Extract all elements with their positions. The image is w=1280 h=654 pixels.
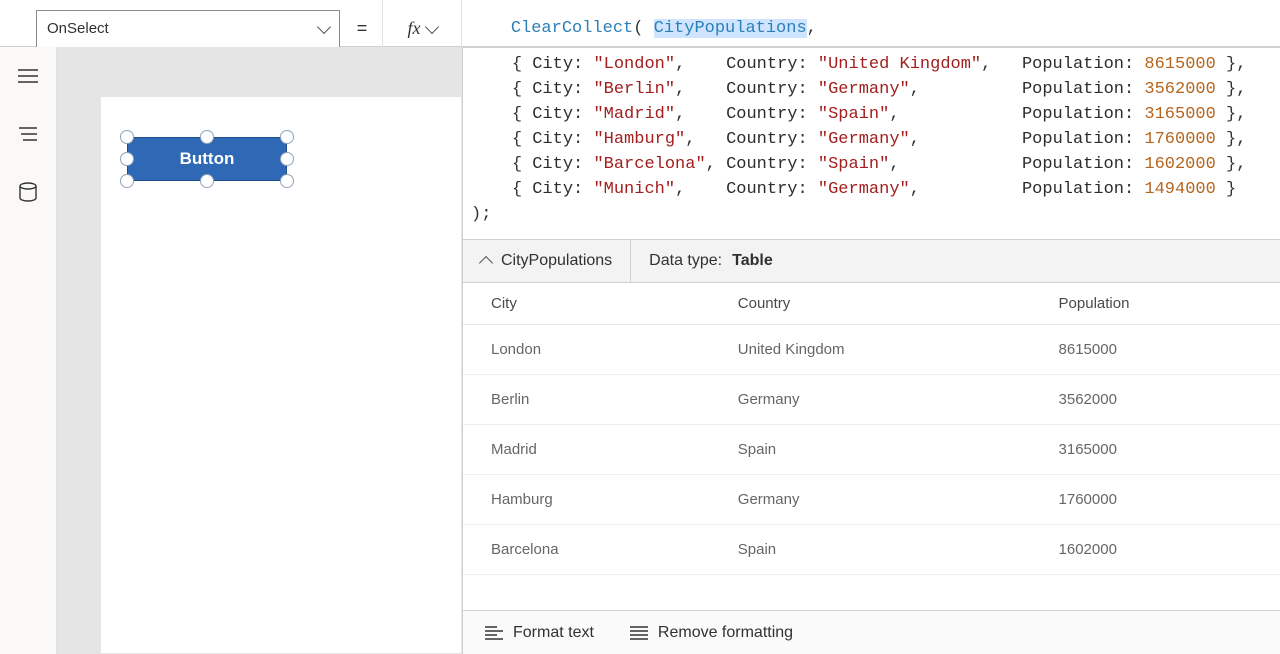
- formula-editor[interactable]: { City: "London", Country: "United Kingd…: [463, 48, 1280, 239]
- button-selection[interactable]: Button: [127, 137, 287, 181]
- table-row[interactable]: MadridSpain3165000: [463, 425, 1280, 475]
- chevron-up-icon: [479, 256, 493, 270]
- formula-line[interactable]: { City: "London", Country: "United Kingd…: [471, 52, 1272, 77]
- table-row[interactable]: HamburgGermany1760000: [463, 475, 1280, 525]
- formula-line[interactable]: { City: "Munich", Country: "Germany", Po…: [471, 177, 1272, 202]
- cell-city: London: [463, 325, 724, 375]
- resize-handle[interactable]: [280, 152, 294, 166]
- formula-line[interactable]: { City: "Berlin", Country: "Germany", Po…: [471, 77, 1272, 102]
- results-datatype-label: Data type:: [649, 252, 722, 270]
- chevron-down-icon: [317, 19, 331, 33]
- formula-pane: { City: "London", Country: "United Kingd…: [462, 47, 1280, 654]
- table-row[interactable]: BarcelonaSpain1602000: [463, 525, 1280, 575]
- cell-city: Barcelona: [463, 525, 724, 575]
- canvas-screen[interactable]: Button: [101, 97, 461, 653]
- cell-country: Spain: [724, 425, 1045, 475]
- chevron-down-icon: [424, 19, 438, 33]
- remove-formatting-button[interactable]: Remove formatting: [630, 624, 793, 642]
- cell-country: Germany: [724, 375, 1045, 425]
- cell-city: Hamburg: [463, 475, 724, 525]
- format-text-button[interactable]: Format text: [485, 624, 594, 642]
- format-text-icon: [485, 626, 503, 640]
- resize-handle[interactable]: [200, 174, 214, 188]
- results-table[interactable]: City Country Population LondonUnited Kin…: [463, 283, 1280, 610]
- results-header: CityPopulations Data type: Table: [463, 239, 1280, 283]
- formula-footer: Format text Remove formatting: [463, 610, 1280, 654]
- formula-line[interactable]: { City: "Hamburg", Country: "Germany", P…: [471, 127, 1272, 152]
- formula-line[interactable]: { City: "Madrid", Country: "Spain", Popu…: [471, 102, 1272, 127]
- col-population[interactable]: Population: [1045, 283, 1280, 325]
- resize-handle[interactable]: [120, 174, 134, 188]
- remove-formatting-icon: [630, 626, 648, 640]
- fx-label: fx: [408, 18, 421, 39]
- resize-handle[interactable]: [280, 174, 294, 188]
- cell-city: Madrid: [463, 425, 724, 475]
- resize-handle[interactable]: [280, 130, 294, 144]
- resize-handle[interactable]: [120, 152, 134, 166]
- cell-population: 3562000: [1045, 375, 1280, 425]
- col-country[interactable]: Country: [724, 283, 1045, 325]
- cell-city: Berlin: [463, 375, 724, 425]
- results-collection-label: CityPopulations: [501, 252, 612, 270]
- hamburger-icon[interactable]: [17, 65, 39, 87]
- table-row[interactable]: BerlinGermany3562000: [463, 375, 1280, 425]
- data-icon[interactable]: [17, 181, 39, 203]
- table-header-row: City Country Population: [463, 283, 1280, 325]
- cell-population: 8615000: [1045, 325, 1280, 375]
- left-rail: [0, 47, 57, 654]
- results-collection-seg[interactable]: CityPopulations: [463, 240, 631, 282]
- cell-population: 3165000: [1045, 425, 1280, 475]
- cell-population: 1602000: [1045, 525, 1280, 575]
- cell-population: 1760000: [1045, 475, 1280, 525]
- resize-handle[interactable]: [200, 130, 214, 144]
- resize-handle[interactable]: [120, 130, 134, 144]
- tree-view-icon[interactable]: [17, 123, 39, 145]
- equals-sign: =: [342, 18, 382, 39]
- formula-bar: OnSelect = fx ClearCollect( CityPopulati…: [0, 0, 1280, 47]
- cell-country: Spain: [724, 525, 1045, 575]
- table-row[interactable]: LondonUnited Kingdom8615000: [463, 325, 1280, 375]
- cell-country: United Kingdom: [724, 325, 1045, 375]
- canvas-pane: Button: [57, 47, 462, 654]
- property-selector-value: OnSelect: [47, 20, 109, 37]
- canvas-button-label: Button: [180, 149, 235, 169]
- results-datatype-seg: Data type: Table: [631, 240, 1280, 282]
- property-selector[interactable]: OnSelect: [36, 10, 340, 48]
- cell-country: Germany: [724, 475, 1045, 525]
- formula-line[interactable]: );: [471, 202, 1272, 227]
- results-datatype-value: Table: [732, 252, 773, 270]
- formula-line[interactable]: { City: "Barcelona", Country: "Spain", P…: [471, 152, 1272, 177]
- col-city[interactable]: City: [463, 283, 724, 325]
